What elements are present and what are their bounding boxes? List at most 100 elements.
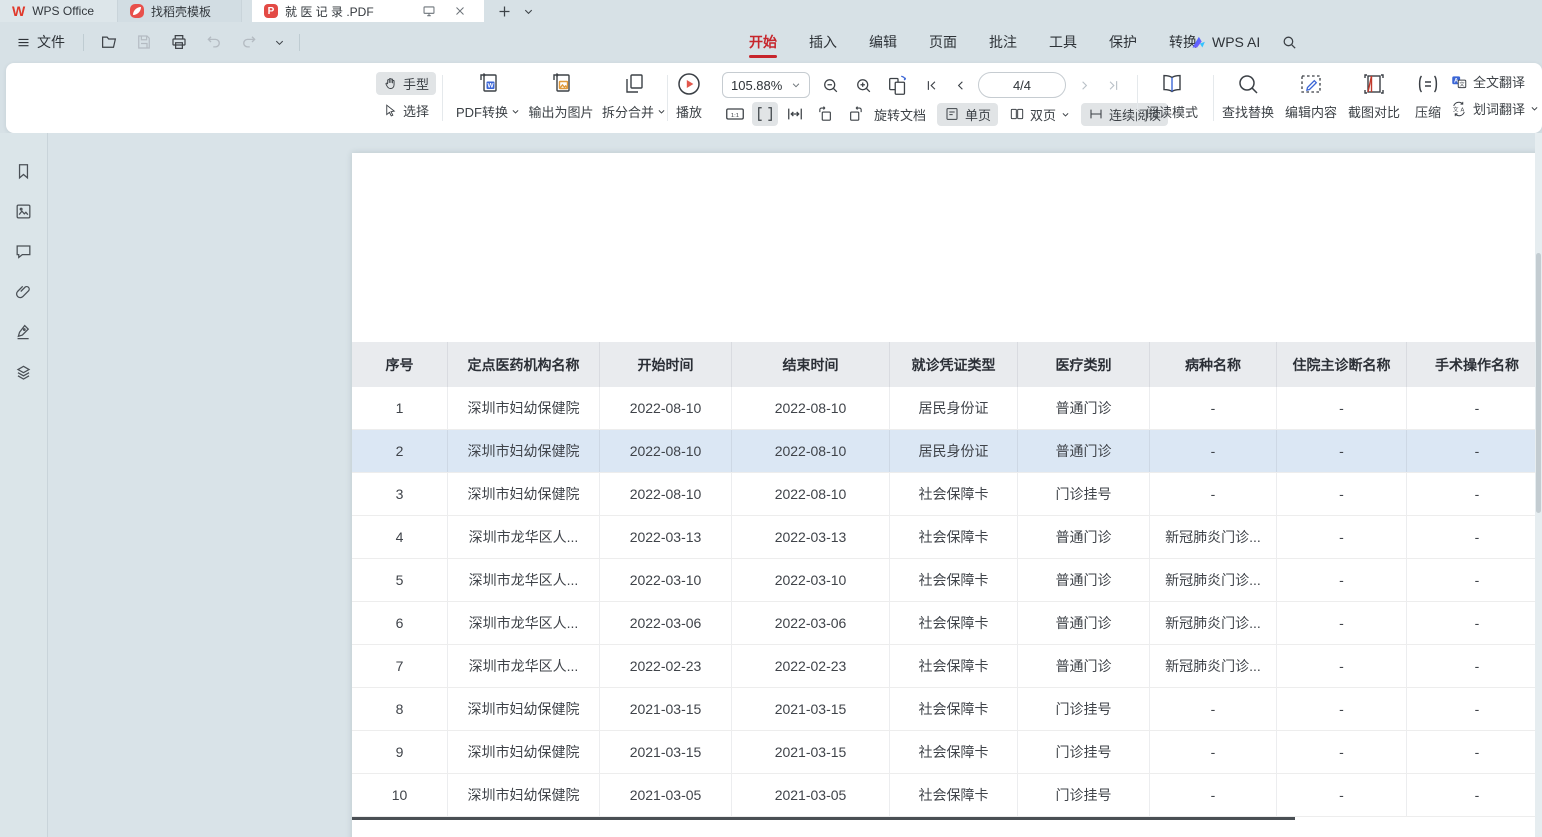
fit-page-button[interactable]	[782, 102, 808, 126]
tab-wps-office[interactable]: W WPS Office	[0, 0, 118, 22]
scrollbar-thumb[interactable]	[1536, 253, 1541, 513]
cell-diagnosis-name: -	[1277, 774, 1407, 816]
vertical-scrollbar[interactable]	[1535, 133, 1542, 837]
tab-docer-templates[interactable]: 找稻壳模板	[118, 0, 242, 22]
ribbon-tab-comment[interactable]: 批注	[973, 22, 1033, 62]
full-translate-icon: A 文	[1450, 73, 1468, 91]
zoom-in-button[interactable]	[850, 73, 876, 97]
ribbon-tab-tools[interactable]: 工具	[1033, 22, 1093, 62]
word-translate-button[interactable]: 文 A 划词翻译	[1450, 99, 1539, 118]
fit-width-button[interactable]	[752, 102, 778, 126]
tab-list-chevron-icon[interactable]	[516, 0, 540, 22]
open-file-button[interactable]	[96, 29, 122, 55]
pdf-convert-button[interactable]: W PDF转换	[456, 71, 520, 121]
find-replace-icon	[1235, 71, 1261, 97]
double-page-label: 双页	[1030, 105, 1056, 124]
cell-diagnosis-name: -	[1277, 688, 1407, 730]
table-row: 7 深圳市龙华区人... 2022-02-23 2022-02-23 社会保障卡…	[352, 645, 1542, 688]
cell-start-date: 2022-08-10	[600, 473, 732, 515]
cell-institution: 深圳市龙华区人...	[448, 645, 600, 687]
present-to-screen-icon[interactable]	[417, 4, 441, 18]
divider	[1213, 75, 1214, 121]
save-icon	[135, 33, 153, 51]
page-number-input[interactable]: 4/4	[978, 72, 1066, 98]
last-page-button[interactable]	[1102, 73, 1124, 97]
table-row: 2 深圳市妇幼保健院 2022-08-10 2022-08-10 居民身份证 普…	[352, 430, 1542, 473]
undo-button[interactable]	[201, 29, 227, 55]
find-replace-button[interactable]: 查找替换	[1220, 71, 1276, 121]
cell-start-date: 2021-03-15	[600, 688, 732, 730]
ribbon-tab-home[interactable]: 开始	[733, 22, 793, 62]
ribbon-tab-protect[interactable]: 保护	[1093, 22, 1153, 62]
tab-document-pdf[interactable]: P 就 医 记 录 .PDF	[252, 0, 484, 22]
zoom-level-select[interactable]: 105.88%	[722, 72, 810, 98]
hand-tool-button[interactable]: 手型	[376, 72, 436, 95]
next-page-icon	[1077, 78, 1092, 93]
bookmarks-panel-button[interactable]	[12, 159, 36, 183]
cell-end-date: 2022-08-10	[732, 430, 890, 472]
export-image-button[interactable]: 输出为图片	[529, 71, 593, 121]
compress-label: 压缩	[1415, 102, 1441, 121]
play-label: 播放	[676, 102, 702, 121]
zoom-out-icon	[821, 76, 840, 95]
ribbon-tab-page[interactable]: 页面	[913, 22, 973, 62]
comments-panel-button[interactable]	[12, 239, 36, 263]
cell-start-date: 2022-03-13	[600, 516, 732, 558]
cell-operation-name: -	[1407, 516, 1542, 558]
screenshot-compare-icon	[1361, 71, 1387, 97]
cell-diagnosis-name: -	[1277, 387, 1407, 429]
screenshot-compare-button[interactable]: 截图对比	[1346, 71, 1402, 121]
single-page-button[interactable]: 单页	[937, 103, 998, 126]
next-page-button[interactable]	[1073, 73, 1095, 97]
actual-size-button[interactable]: 1:1	[722, 102, 748, 126]
wps-ai-button[interactable]: WPS AI	[1190, 34, 1260, 51]
file-menu-button[interactable]: 文件	[10, 29, 71, 55]
ribbon-search-button[interactable]	[1276, 29, 1302, 55]
edit-content-label: 编辑内容	[1285, 102, 1337, 121]
redo-button[interactable]	[236, 29, 262, 55]
print-button[interactable]	[166, 29, 192, 55]
layers-panel-button[interactable]	[12, 359, 36, 383]
cell-operation-name: -	[1407, 645, 1542, 687]
thumbnails-panel-button[interactable]	[12, 199, 36, 223]
edit-content-button[interactable]: 编辑内容	[1283, 71, 1339, 121]
signature-panel-button[interactable]	[12, 319, 36, 343]
medical-records-table: 序号 定点医药机构名称 开始时间 结束时间 就诊凭证类型 医疗类别 病种名称 住…	[352, 342, 1542, 817]
double-page-button[interactable]: 双页	[1002, 103, 1077, 126]
wps-ai-icon	[1190, 34, 1207, 51]
play-icon	[676, 71, 702, 97]
page-swap-icon	[886, 73, 910, 97]
close-tab-icon[interactable]	[448, 5, 472, 17]
ribbon-tab-edit[interactable]: 编辑	[853, 22, 913, 62]
history-chevron-icon[interactable]	[271, 29, 287, 55]
cell-medical-category: 普通门诊	[1018, 602, 1150, 644]
read-mode-button[interactable]: 阅读模式	[1146, 71, 1198, 121]
first-page-button[interactable]	[920, 73, 942, 97]
cell-disease-name: -	[1150, 731, 1277, 773]
rotate-left-button[interactable]	[812, 102, 838, 126]
split-merge-icon	[621, 71, 647, 97]
attachments-panel-button[interactable]	[12, 279, 36, 303]
ribbon-tab-insert[interactable]: 插入	[793, 22, 853, 62]
select-tool-label: 选择	[403, 101, 429, 120]
compress-button[interactable]: 压缩	[1409, 71, 1447, 121]
rotate-doc-label: 旋转文档	[872, 103, 933, 126]
full-translate-button[interactable]: A 文 全文翻译	[1450, 72, 1539, 91]
split-merge-button[interactable]: 拆分合并	[602, 71, 666, 121]
cell-operation-name: -	[1407, 473, 1542, 515]
previous-page-button[interactable]	[949, 73, 971, 97]
header-cell: 就诊凭证类型	[890, 342, 1018, 387]
search-icon	[1281, 34, 1298, 51]
play-button[interactable]: 播放	[676, 71, 702, 121]
document-canvas[interactable]: 序号 定点医药机构名称 开始时间 结束时间 就诊凭证类型 医疗类别 病种名称 住…	[48, 133, 1542, 837]
attachment-icon	[14, 282, 33, 301]
export-image-label: 输出为图片	[529, 102, 594, 121]
rotate-right-button[interactable]	[842, 102, 868, 126]
save-button[interactable]	[131, 29, 157, 55]
page-swap-button[interactable]	[883, 73, 913, 97]
new-tab-button[interactable]	[492, 0, 516, 22]
select-tool-button[interactable]: 选择	[376, 99, 436, 122]
cell-diagnosis-name: -	[1277, 731, 1407, 773]
svg-text:1:1: 1:1	[731, 113, 739, 119]
zoom-out-button[interactable]	[817, 73, 843, 97]
